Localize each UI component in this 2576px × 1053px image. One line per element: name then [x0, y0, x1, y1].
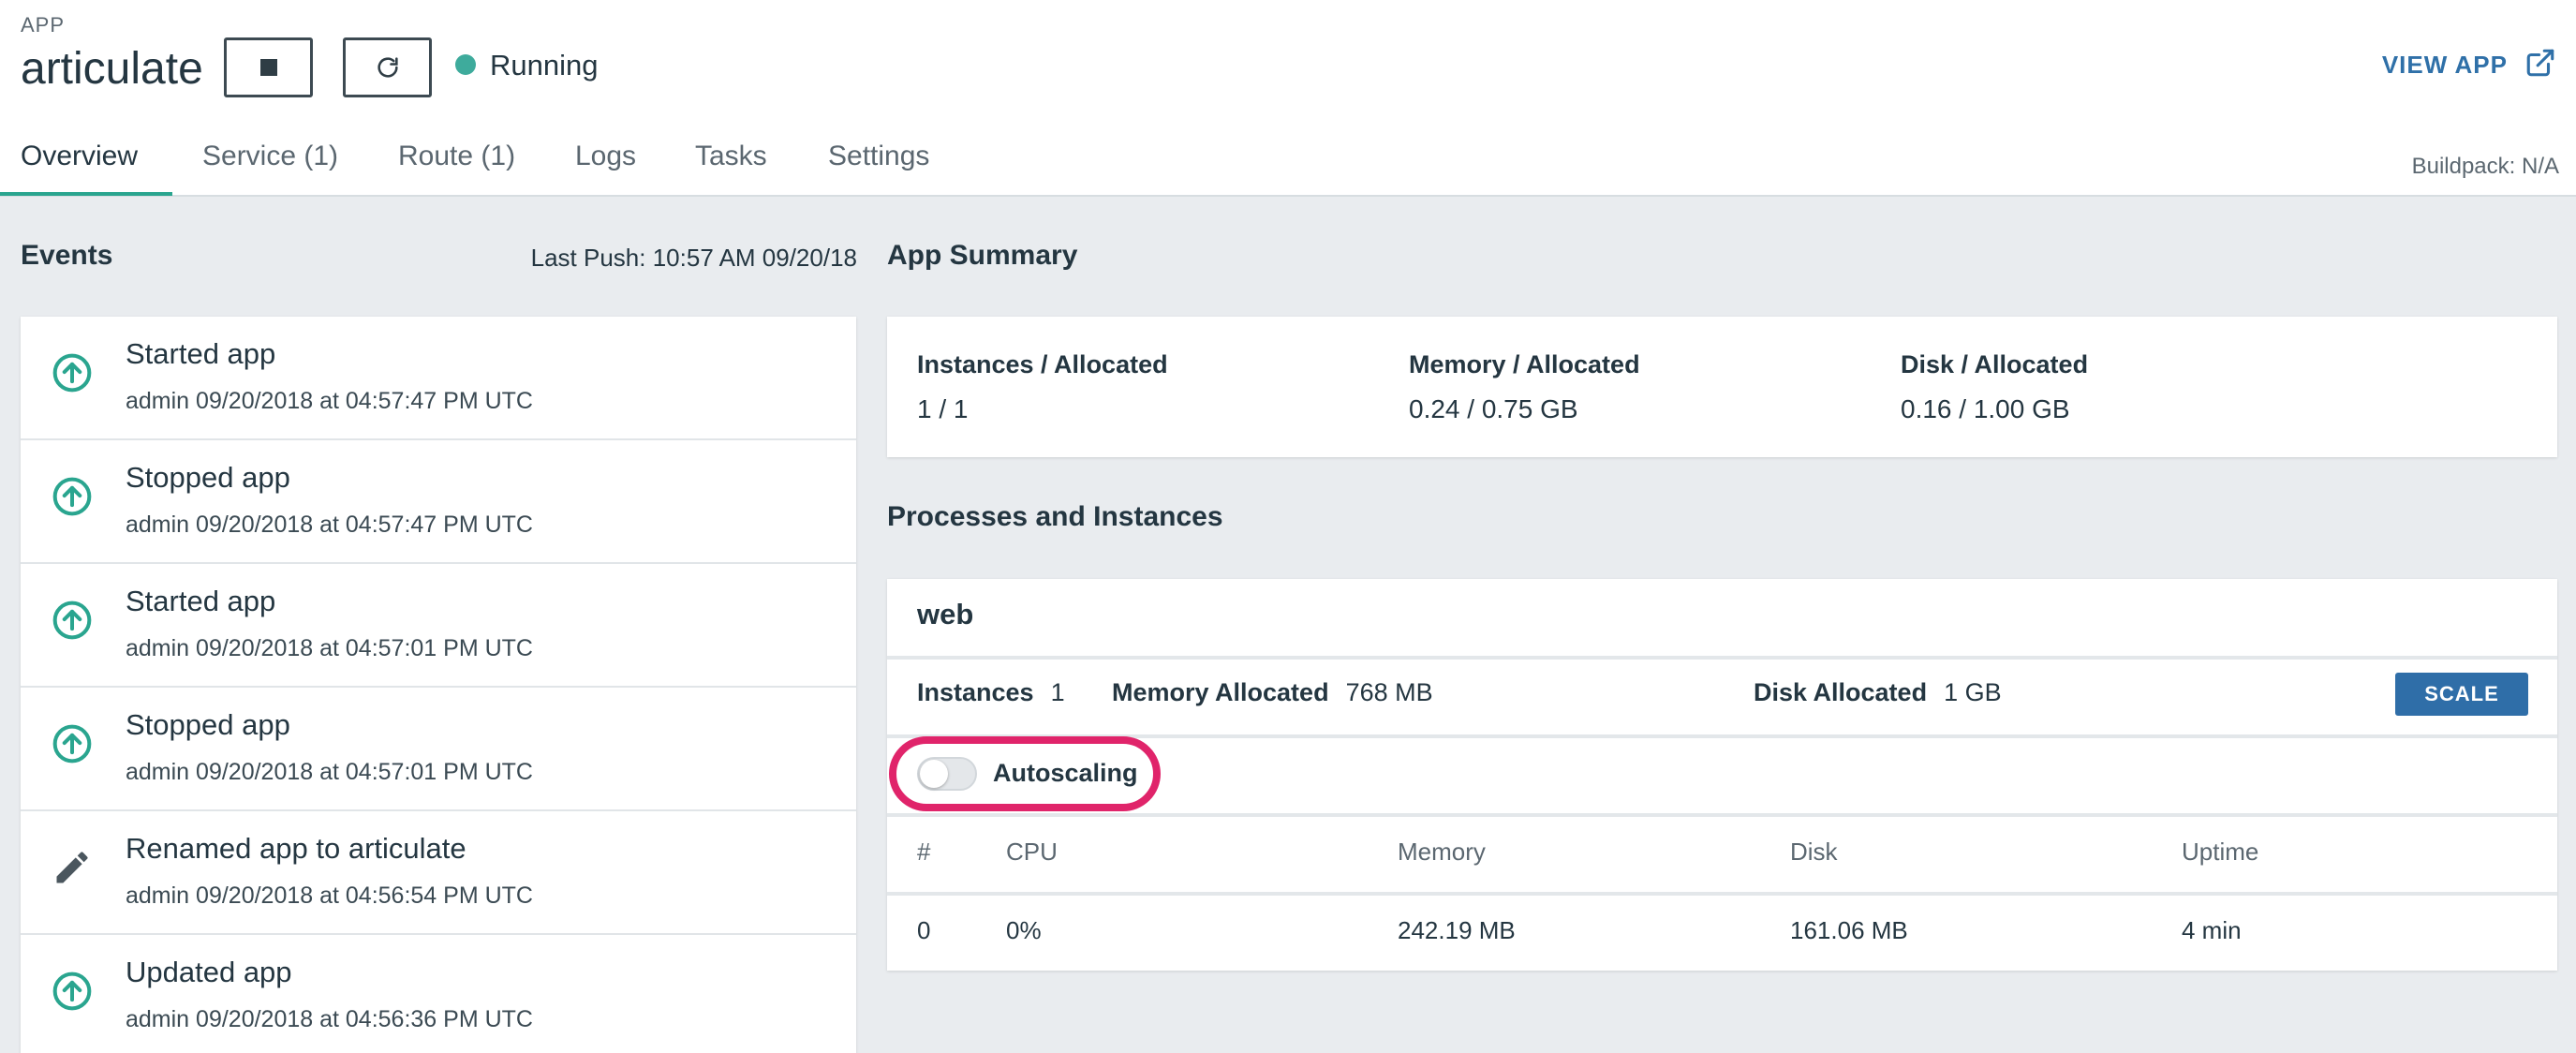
- event-meta: admin 09/20/2018 at 04:57:47 PM UTC: [126, 388, 533, 414]
- events-title: Events: [21, 240, 113, 271]
- tab-service[interactable]: Service (1): [202, 141, 338, 172]
- restart-button[interactable]: [343, 37, 432, 97]
- event-item: Started app admin 09/20/2018 at 04:57:01…: [21, 564, 856, 688]
- processes-title: Processes and Instances: [887, 501, 1223, 532]
- app-name: articulate: [21, 44, 203, 94]
- process-memory-value: 768 MB: [1345, 678, 1433, 706]
- event-meta: admin 09/20/2018 at 04:57:01 PM UTC: [126, 635, 533, 661]
- summary-instances-label: Instances / Allocated: [917, 350, 1168, 378]
- app-summary-title: App Summary: [887, 240, 1078, 271]
- process-disk-label: Disk Allocated: [1754, 678, 1928, 706]
- divider: [887, 656, 2557, 660]
- instance-uptime: 4 min: [2182, 916, 2242, 944]
- tab-tasks[interactable]: Tasks: [695, 141, 767, 172]
- column-header-memory: Memory: [1398, 838, 1486, 866]
- status-text: Running: [490, 49, 599, 82]
- event-item: Updated app admin 09/20/2018 at 04:56:36…: [21, 935, 856, 1053]
- header-divider: [0, 195, 2576, 197]
- stop-icon: [259, 59, 277, 76]
- process-card: web Instances 1 Memory Allocated 768 MB Di…: [887, 579, 2557, 971]
- autoscaling-label: Autoscaling: [993, 759, 1138, 787]
- view-app-label: VIEW APP: [2381, 51, 2508, 79]
- event-meta: admin 09/20/2018 at 04:56:54 PM UTC: [126, 882, 533, 909]
- process-instances: Instances 1: [917, 678, 1065, 707]
- divider: [887, 892, 2557, 896]
- column-header-cpu: CPU: [1006, 838, 1058, 866]
- column-header-index: #: [917, 838, 931, 866]
- summary-memory-value: 0.24 / 0.75 GB: [1409, 394, 1578, 423]
- summary-disk-label: Disk / Allocated: [1901, 350, 2089, 378]
- arrow-up-circle-icon: [52, 971, 92, 1011]
- process-disk-value: 1 GB: [1944, 678, 2002, 706]
- event-meta: admin 09/20/2018 at 04:57:01 PM UTC: [126, 759, 533, 785]
- buildpack-info: Buildpack: N/A: [2411, 154, 2559, 179]
- process-instances-label: Instances: [917, 678, 1034, 706]
- arrow-up-circle-icon: [52, 353, 92, 393]
- stop-button[interactable]: [224, 37, 313, 97]
- instance-disk: 161.06 MB: [1790, 916, 1908, 944]
- scale-button[interactable]: SCALE: [2395, 673, 2528, 716]
- restart-icon: [377, 57, 398, 78]
- event-title: Renamed app to articulate: [126, 832, 466, 865]
- toggle-knob: [920, 760, 948, 788]
- active-tab-indicator: [0, 192, 172, 196]
- view-app-link[interactable]: VIEW APP: [1460, 49, 2556, 80]
- event-title: Started app: [126, 337, 276, 370]
- event-title: Updated app: [126, 956, 292, 988]
- instance-cpu: 0%: [1006, 916, 1042, 944]
- summary-instances: Instances / Allocated 1 / 1: [917, 350, 1168, 424]
- event-item: Started app admin 09/20/2018 at 04:57:47…: [21, 317, 856, 440]
- process-memory-label: Memory Allocated: [1112, 678, 1329, 706]
- app-summary-card: Instances / Allocated 1 / 1 Memory / All…: [887, 317, 2557, 457]
- events-list: Started app admin 09/20/2018 at 04:57:47…: [21, 317, 856, 1053]
- instance-index: 0: [917, 916, 931, 944]
- process-instances-value: 1: [1050, 678, 1065, 706]
- event-title: Started app: [126, 585, 276, 617]
- arrow-up-circle-icon: [52, 724, 92, 764]
- event-title: Stopped app: [126, 708, 290, 741]
- tab-settings[interactable]: Settings: [828, 141, 929, 172]
- divider: [887, 734, 2557, 738]
- event-item: Renamed app to articulate admin 09/20/20…: [21, 811, 856, 935]
- event-item: Stopped app admin 09/20/2018 at 04:57:47…: [21, 440, 856, 564]
- tab-logs[interactable]: Logs: [575, 141, 636, 172]
- app-header: APP articulate Running VIEW APP Overview…: [0, 0, 2576, 197]
- column-header-disk: Disk: [1790, 838, 1838, 866]
- pencil-icon: [56, 852, 88, 883]
- event-title: Stopped app: [126, 461, 290, 494]
- summary-disk-value: 0.16 / 1.00 GB: [1901, 394, 2070, 423]
- summary-disk: Disk / Allocated 0.16 / 1.00 GB: [1901, 350, 2088, 424]
- summary-memory-label: Memory / Allocated: [1409, 350, 1640, 378]
- arrow-up-circle-icon: [52, 477, 92, 516]
- instance-memory: 242.19 MB: [1398, 916, 1516, 944]
- event-item: Stopped app admin 09/20/2018 at 04:57:01…: [21, 688, 856, 811]
- summary-memory: Memory / Allocated 0.24 / 0.75 GB: [1409, 350, 1640, 424]
- process-name: web: [917, 598, 974, 630]
- event-meta: admin 09/20/2018 at 04:57:47 PM UTC: [126, 512, 533, 538]
- column-header-uptime: Uptime: [2182, 838, 2259, 866]
- event-meta: admin 09/20/2018 at 04:56:36 PM UTC: [126, 1006, 533, 1032]
- status-indicator: [455, 54, 476, 75]
- process-memory: Memory Allocated 768 MB: [1112, 678, 1433, 707]
- last-push: Last Push: 10:57 AM 09/20/18: [530, 244, 857, 272]
- summary-instances-value: 1 / 1: [917, 394, 969, 423]
- app-label: APP: [21, 13, 66, 37]
- arrow-up-circle-icon: [52, 601, 92, 640]
- tab-route[interactable]: Route (1): [398, 141, 515, 172]
- divider: [887, 813, 2557, 817]
- external-link-icon: [2526, 49, 2554, 77]
- process-disk: Disk Allocated 1 GB: [1754, 678, 2002, 707]
- tab-overview[interactable]: Overview: [21, 141, 138, 172]
- autoscaling-toggle[interactable]: [917, 757, 977, 791]
